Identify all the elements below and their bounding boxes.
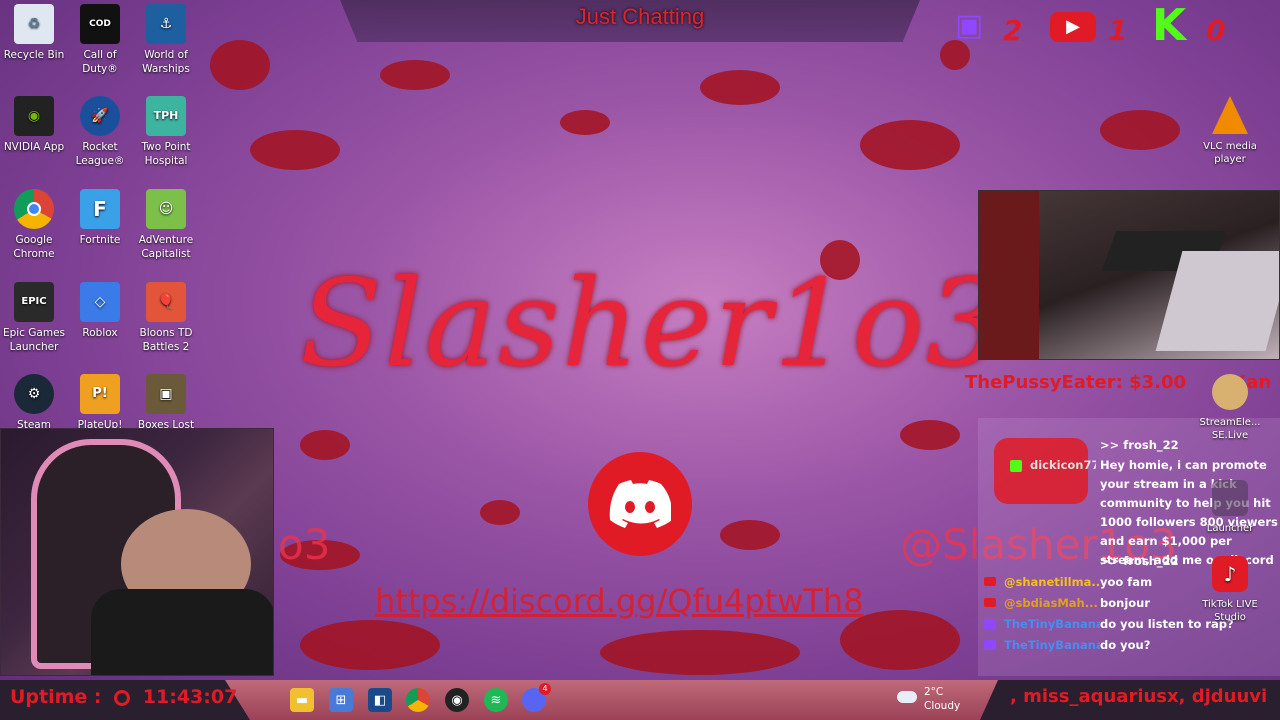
roblox-icon: ◇ [80,282,120,322]
discord-invite-link[interactable]: https://discord.gg/Qfu4ptwTh8 [375,582,864,620]
bloons-icon: 🎈 [146,282,186,322]
twitch-icon: ▣ [955,8,984,43]
desktop-icon-rocket-league[interactable]: 🚀 Rocket League® [66,92,134,168]
call-of-duty-icon: COD [80,4,120,44]
desktop-icon-streamelements[interactable]: StreamEle... SE.Live [1196,374,1264,442]
uptime-display: Uptime : 11:43:07 [10,686,238,708]
twitch-count: 2 [1003,14,1023,47]
desktop-icon-boxes-lost[interactable]: ▣ Boxes Lost [132,370,200,432]
desktop-icon-call-of-duty[interactable]: COD Call of Duty® [66,0,134,76]
desktop-icon-chrome[interactable]: Google Chrome [0,185,68,261]
webcam-face [0,428,274,676]
nvidia-icon: ◉ [14,96,54,136]
desktop-icon-tiktok[interactable]: ♪ TikTok LIVE Studio [1196,556,1264,624]
vlc-icon [1212,96,1248,134]
desktop-icon-adventure-capitalist[interactable]: ☺ AdVenture Capitalist [132,185,200,261]
desktop-icon-recycle-bin[interactable]: ♻ Recycle Bin [0,0,68,62]
desktop-icon-nvidia[interactable]: ◉ NVIDIA App [0,92,68,154]
app-icon[interactable]: ◧ [368,688,392,712]
brand-name: Slasher1o3 [300,255,1005,394]
recycle-bin-icon: ♻ [14,4,54,44]
boxes-lost-icon: ▣ [146,374,186,414]
youtube-icon: ▶ [1050,12,1096,42]
follows-ticker: , miss_aquariusx, djduuvi [1010,686,1268,707]
youtube-icon [984,598,996,607]
microsoft-store-icon[interactable]: ⊞ [329,688,353,712]
desktop-icon-epic-games[interactable]: EPIC Epic Games Launcher [0,278,68,354]
file-explorer-icon[interactable]: ▬ [290,688,314,712]
tiktok-icon: ♪ [1212,556,1248,592]
notification-badge: 4 [539,683,551,695]
chrome-taskbar-icon[interactable] [406,688,430,712]
fortnite-icon: F [80,189,120,229]
weather-widget[interactable]: 2°C Cloudy [897,685,960,713]
chrome-icon [14,189,54,229]
twitch-icon [984,619,996,629]
webcam-desk [978,190,1280,360]
discord-icon [609,480,671,528]
kick-icon [1010,460,1022,472]
cloud-icon [897,691,917,703]
streamer-shirt [91,589,273,675]
chat-overlay: >> frosh_22 dickicon77 Hey homie, i can … [978,418,1280,676]
kick-icon: K [1152,0,1187,51]
clock-icon [114,689,131,706]
youtube-count: 1 [1108,14,1128,47]
youtube-icon [984,577,996,586]
desktop-icon-plateup[interactable]: P! PlateUp! [66,370,134,432]
streamelements-icon [1212,374,1248,410]
desktop-icon-launcher[interactable]: Launcher [1196,480,1264,535]
steam-icon: ⚙ [14,374,54,414]
desktop-icon-two-point-hospital[interactable]: TPH Two Point Hospital [132,92,200,168]
chair-edge [979,191,1039,359]
discord-logo [588,452,692,556]
discord-taskbar-icon[interactable]: 4 [522,683,551,712]
obs-icon[interactable]: ◉ [445,688,469,712]
spotify-icon[interactable]: ≋ [484,688,508,712]
category-title: Just Chatting [575,4,705,29]
desktop-icon-bloons[interactable]: 🎈 Bloons TD Battles 2 [132,278,200,354]
adventure-capitalist-icon: ☺ [146,189,186,229]
desktop-icon-roblox[interactable]: ◇ Roblox [66,278,134,340]
desktop-icon-steam[interactable]: ⚙ Steam [0,370,68,432]
twitch-icon [984,640,996,650]
rocket-league-icon: 🚀 [80,96,120,136]
handle-left: o3 [278,520,331,569]
kick-count: 0 [1206,14,1226,47]
two-point-hospital-icon: TPH [146,96,186,136]
plateup-icon: P! [80,374,120,414]
desktop-icon-vlc[interactable]: VLC media player [1196,96,1264,166]
desktop-icon-fortnite[interactable]: F Fortnite [66,185,134,247]
desktop-icon-world-of-warships[interactable]: ⚓ World of Warships [132,0,200,76]
epic-games-icon: EPIC [14,282,54,322]
world-of-warships-icon: ⚓ [146,4,186,44]
launcher-icon [1212,480,1248,516]
